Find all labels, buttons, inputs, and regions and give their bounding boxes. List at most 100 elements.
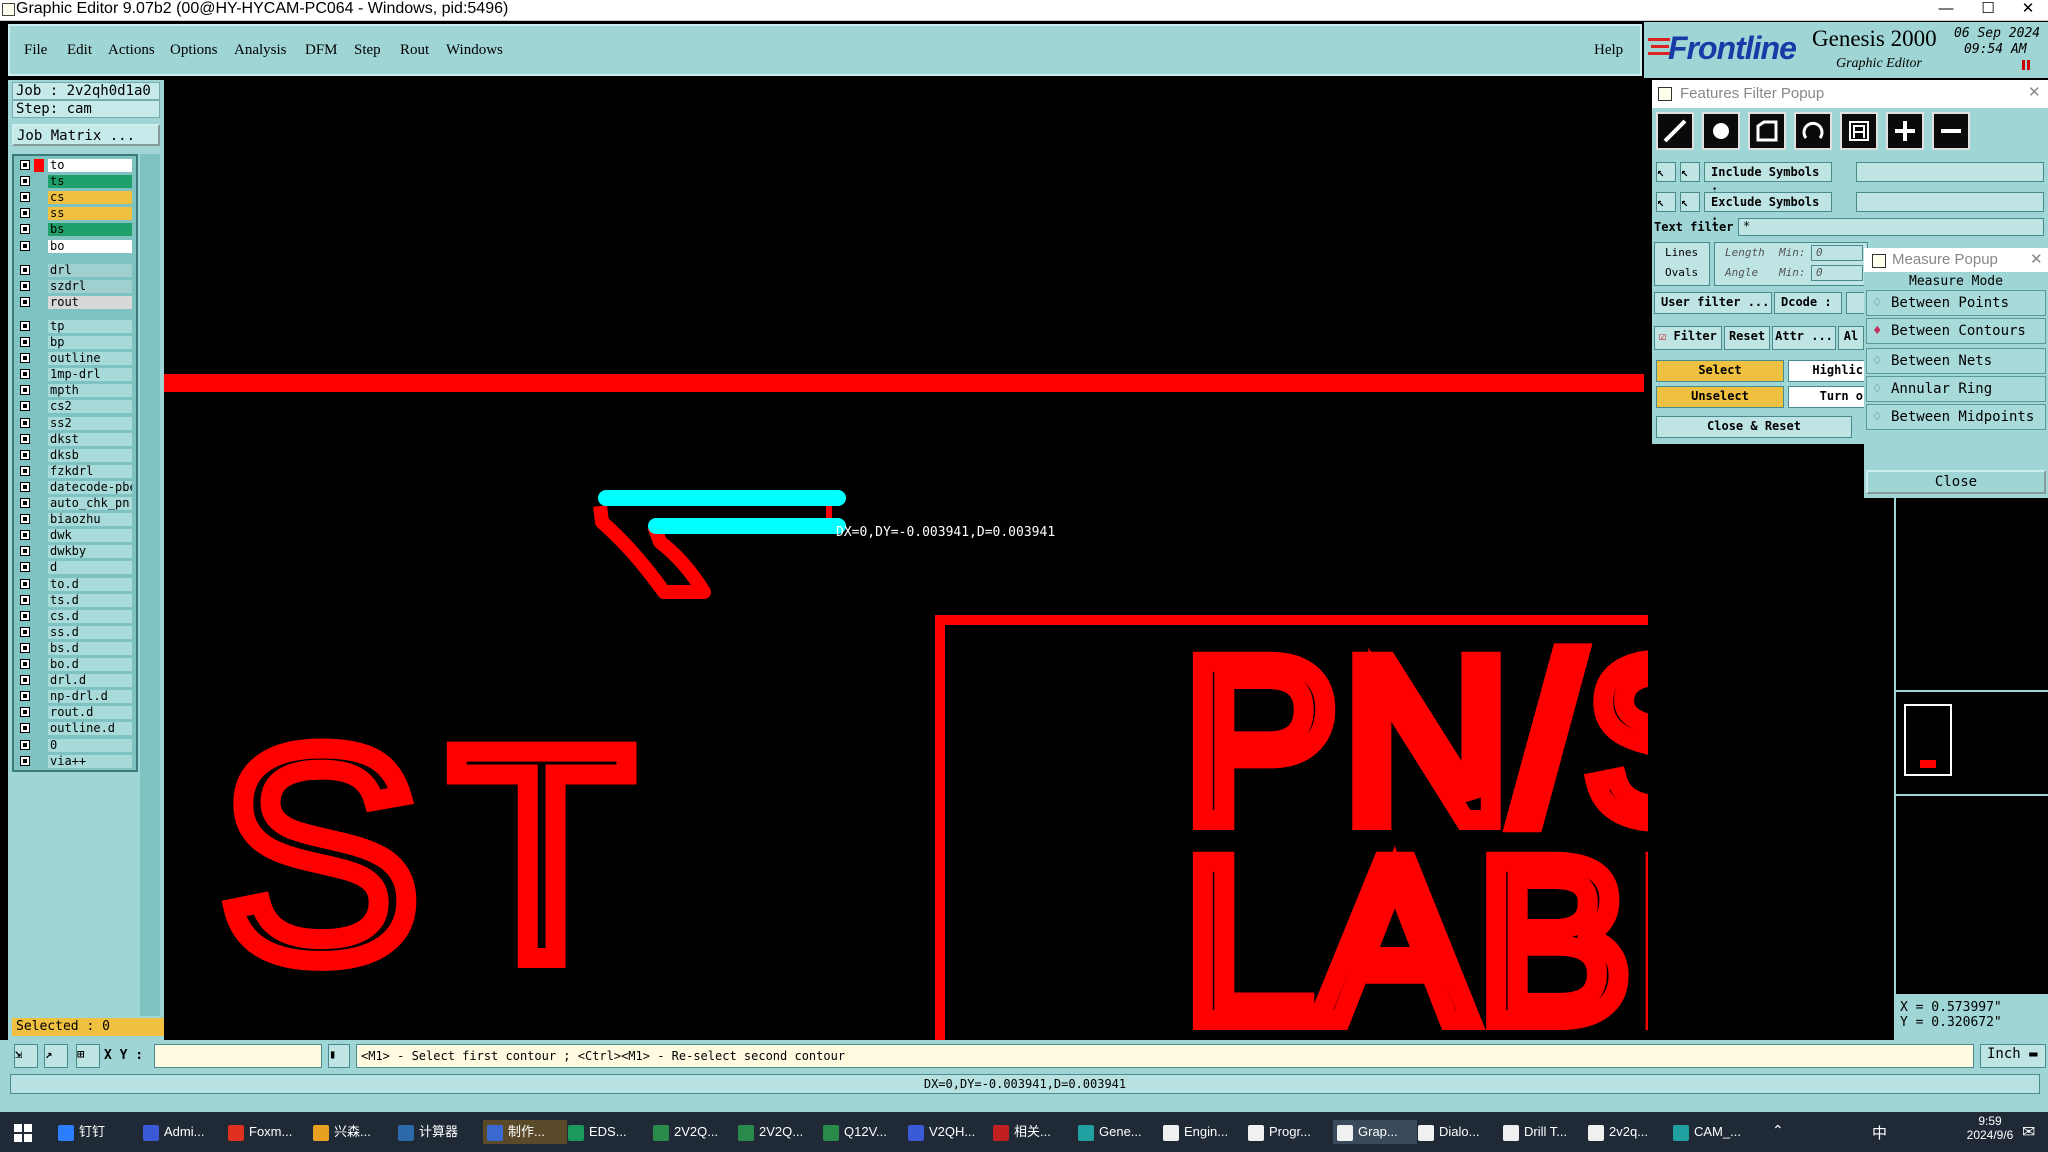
layer-checkbox[interactable] — [20, 296, 30, 307]
layer-row-dwk[interactable]: dwk — [14, 528, 134, 544]
layer-checkbox[interactable] — [20, 659, 30, 669]
layer-checkbox[interactable] — [20, 562, 30, 573]
layer-name[interactable]: 1mp-drl — [48, 368, 132, 382]
layer-row-bs.d[interactable]: bs.d — [14, 641, 134, 657]
layer-row-bs[interactable]: bs — [14, 222, 134, 238]
layer-row-outline.d[interactable]: outline.d — [14, 721, 134, 737]
xy-input[interactable] — [154, 1044, 322, 1068]
taskbar-app[interactable]: Drill T... — [1503, 1120, 1583, 1144]
navigator-panel[interactable]: X = 0.573997" Y = 0.320672" — [1894, 498, 2048, 1040]
layer-row-ts[interactable]: ts — [14, 174, 134, 190]
layer-checkbox[interactable] — [20, 433, 30, 444]
layer-row-1mp-drl[interactable]: 1mp-drl — [14, 367, 134, 383]
layer-checkbox[interactable] — [20, 369, 30, 380]
layer-row-tp[interactable]: tp — [14, 319, 134, 335]
layer-checkbox[interactable] — [20, 707, 30, 718]
notification-icon[interactable]: ✉ — [2022, 1122, 2035, 1142]
layer-row-0[interactable]: 0 — [14, 738, 134, 754]
minimize-button[interactable]: — — [1924, 0, 1968, 20]
select-button[interactable]: Select — [1656, 360, 1784, 382]
close-reset-button[interactable]: Close & Reset — [1656, 416, 1852, 438]
layer-name[interactable]: ss.d — [48, 625, 132, 639]
layer-checkbox[interactable] — [20, 385, 30, 396]
negative-polarity-button[interactable] — [1932, 112, 1970, 150]
layer-row-dwkby[interactable]: dwkby — [14, 544, 134, 560]
taskbar-app[interactable]: Gene... — [1078, 1120, 1158, 1144]
label-text-label[interactable]: LABEL — [1174, 802, 1648, 1040]
layer-checkbox[interactable] — [20, 626, 30, 637]
layer-checkbox[interactable] — [20, 514, 30, 525]
layer-row-rout[interactable]: rout — [14, 295, 134, 311]
layer-row-drl.d[interactable]: drl.d — [14, 673, 134, 689]
layer-name[interactable]: cs.d — [48, 609, 132, 623]
close-window-button[interactable]: ✕ — [2006, 0, 2048, 20]
layer-name[interactable]: dwk — [48, 529, 132, 543]
menu-options[interactable]: Options — [170, 42, 218, 59]
layer-checkbox[interactable] — [20, 546, 30, 557]
mode-between-nets[interactable]: ♢ Between Nets — [1866, 348, 2046, 374]
attr-button[interactable]: Attr ... — [1772, 326, 1836, 350]
layer-name[interactable]: to.d — [48, 577, 132, 591]
layer-name[interactable]: outline.d — [48, 722, 132, 736]
layer-row-mpth[interactable]: mpth — [14, 383, 134, 399]
menu-file[interactable]: File — [24, 42, 47, 59]
text-type-button[interactable] — [1840, 112, 1878, 150]
taskbar-app[interactable]: 相关... — [993, 1120, 1073, 1144]
mode-between-points[interactable]: ♢ Between Points — [1866, 290, 2046, 316]
measure-close-button[interactable]: Close — [1866, 470, 2046, 494]
layer-checkbox[interactable] — [20, 401, 30, 412]
layer-name[interactable]: 0 — [48, 738, 132, 752]
layer-checkbox[interactable] — [20, 264, 30, 275]
layer-checkbox[interactable] — [20, 353, 30, 364]
highlight-button[interactable]: Highlic — [1788, 360, 1866, 382]
layer-name[interactable]: szdrl — [48, 279, 132, 293]
taskbar-app[interactable]: 制作... — [483, 1120, 567, 1144]
layer-checkbox[interactable] — [20, 176, 30, 187]
taskbar-app[interactable]: 2v2q... — [1588, 1120, 1668, 1144]
layer-checkbox[interactable] — [20, 498, 30, 508]
layer-name[interactable]: drl.d — [48, 674, 132, 688]
exclude-pick-icon[interactable]: ↖ — [1656, 192, 1676, 212]
layer-checkbox[interactable] — [20, 723, 30, 734]
layer-row-szdrl[interactable]: szdrl — [14, 279, 134, 295]
taskbar-app[interactable]: Dialo... — [1418, 1120, 1498, 1144]
layer-checkbox[interactable] — [20, 224, 30, 235]
surface-type-button[interactable] — [1748, 112, 1786, 150]
layer-checkbox[interactable] — [20, 192, 30, 203]
layer-row-ss2[interactable]: ss2 — [14, 416, 134, 432]
layer-row-d[interactable]: d — [14, 560, 134, 576]
angle-min-input[interactable]: 0 — [1811, 265, 1863, 281]
layer-scrollbar[interactable] — [140, 154, 160, 1016]
unselect-button[interactable]: Unselect — [1656, 386, 1784, 408]
exclude-symbols-input[interactable] — [1856, 192, 2044, 212]
snap-icon[interactable]: ⇲ — [14, 1044, 38, 1068]
layer-name[interactable]: bo — [48, 239, 132, 253]
layer-checkbox[interactable] — [20, 208, 30, 219]
layer-checkbox[interactable] — [20, 530, 30, 541]
reset-button[interactable]: Reset — [1724, 326, 1770, 350]
ime-indicator[interactable]: 中 — [1872, 1122, 1887, 1143]
ffp-close-icon[interactable]: ✕ — [2028, 83, 2041, 101]
layer-checkbox[interactable] — [20, 610, 30, 621]
layer-name[interactable]: outline — [48, 352, 132, 366]
arc-type-button[interactable] — [1794, 112, 1832, 150]
layer-name[interactable]: dkst — [48, 432, 132, 446]
layer-checkbox[interactable] — [20, 739, 30, 750]
silkscreen-text-st[interactable]: ST — [210, 676, 663, 1032]
layer-row-drl[interactable]: drl — [14, 263, 134, 279]
text-filter-input[interactable]: * — [1738, 218, 2044, 236]
layer-name[interactable]: dwkby — [48, 545, 132, 559]
ovals-checkbox[interactable]: Ovals — [1665, 263, 1709, 283]
length-min-input[interactable]: 0 — [1811, 245, 1863, 261]
user-filter-button[interactable]: User filter ... — [1654, 292, 1772, 314]
windows-start-icon[interactable] — [14, 1124, 32, 1142]
taskbar-app[interactable]: Progr... — [1248, 1120, 1328, 1144]
taskbar-app[interactable]: Foxm... — [228, 1120, 308, 1144]
filter-toggle[interactable]: ☑ Filter — [1654, 326, 1722, 350]
measure-close-icon[interactable]: ✕ — [2030, 250, 2043, 268]
taskbar-app[interactable]: CAM_... — [1673, 1120, 1753, 1144]
layer-name[interactable]: cs — [48, 191, 132, 205]
tray-chevron-icon[interactable]: ⌃ — [1772, 1122, 1784, 1139]
measured-feature[interactable] — [593, 490, 846, 599]
layer-row-outline[interactable]: outline — [14, 351, 134, 367]
